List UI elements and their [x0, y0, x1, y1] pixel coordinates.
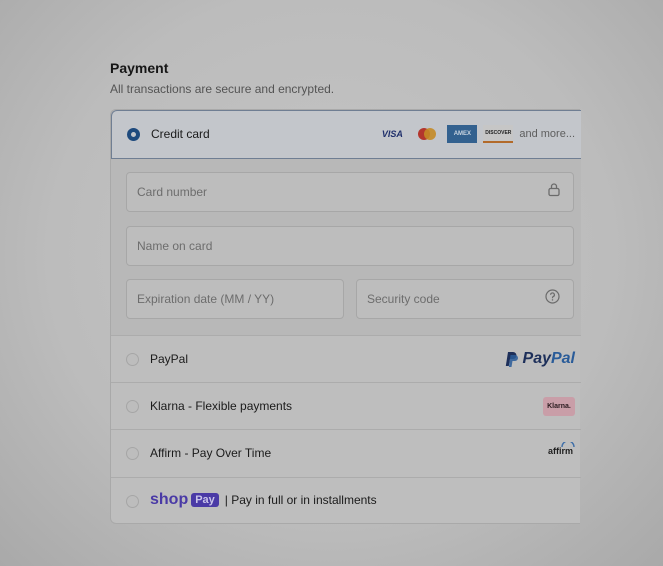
payment-subtitle: All transactions are secure and encrypte…: [110, 82, 335, 96]
visa-logo: VISA: [381, 129, 403, 139]
paypal-label: PayPal: [150, 352, 189, 366]
payment-method-shop-pay[interactable]: shop Pay | Pay in full or in installment…: [111, 477, 581, 523]
shop-pay-brand: shop: [150, 491, 189, 508]
payment-method-affirm[interactable]: Affirm - Pay Over Time affirm: [111, 429, 581, 477]
shop-pay-label: shop Pay | Pay in full or in installment…: [150, 491, 377, 509]
help-circle-icon[interactable]: [545, 289, 560, 309]
discover-logo: DISCOVER: [483, 125, 514, 143]
card-number-input[interactable]: [127, 173, 573, 211]
payment-methods: Credit card VISA AMEX DISCOVER and more.…: [110, 109, 581, 524]
security-code-field[interactable]: [356, 279, 574, 319]
klarna-logo: Klarna.: [543, 397, 575, 416]
paypal-radio[interactable]: [126, 353, 139, 366]
payment-title: Payment: [110, 60, 169, 76]
payment-method-paypal[interactable]: PayPal PayPal: [111, 335, 581, 382]
klarna-label: Klarna - Flexible payments: [150, 399, 293, 413]
card-logos: VISA AMEX DISCOVER and more...: [377, 125, 575, 143]
klarna-radio[interactable]: [126, 400, 139, 413]
page: Payment All transactions are secure and …: [0, 0, 663, 566]
shop-pay-badge: Pay: [191, 493, 219, 507]
card-form: [111, 159, 581, 335]
affirm-radio[interactable]: [126, 447, 139, 460]
affirm-label: Affirm - Pay Over Time: [150, 446, 272, 460]
paypal-logo-pay: Pay: [522, 350, 551, 367]
affirm-logo: affirm: [548, 442, 575, 456]
payment-method-klarna[interactable]: Klarna - Flexible payments Klarna.: [111, 382, 581, 429]
mastercard-logo: [413, 125, 441, 143]
amex-logo: AMEX: [447, 125, 478, 143]
security-code-input[interactable]: [357, 280, 573, 318]
expiration-date-field[interactable]: [126, 279, 344, 319]
card-number-field[interactable]: [126, 172, 574, 212]
credit-card-radio[interactable]: [127, 128, 140, 141]
name-on-card-field[interactable]: [126, 226, 574, 266]
expiration-date-input[interactable]: [127, 280, 343, 318]
name-on-card-input[interactable]: [127, 227, 573, 265]
paypal-logo: PayPal: [505, 350, 575, 368]
payment-method-credit-card[interactable]: Credit card VISA AMEX DISCOVER and more.…: [111, 110, 581, 159]
paypal-logo-pal: Pal: [550, 350, 575, 367]
credit-card-label: Credit card: [151, 127, 210, 141]
lock-icon: [548, 183, 560, 202]
shop-pay-radio[interactable]: [126, 495, 139, 508]
and-more-text: and more...: [519, 128, 575, 140]
shop-pay-text: | Pay in full or in installments: [224, 493, 377, 507]
